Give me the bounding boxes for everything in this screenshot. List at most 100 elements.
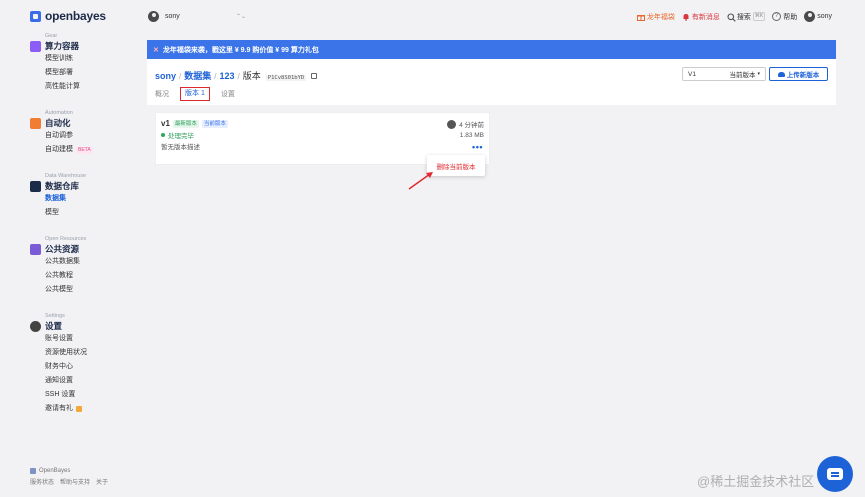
sidebar-item-models[interactable]: 模型 [45,206,140,220]
help-link[interactable]: ? 帮助 [772,12,797,22]
nav-group-compute: Gear 算力容器 模型训练 模型部署 高性能计算 [30,33,140,94]
group-kicker: Data Warehouse [45,173,87,179]
sidebar-item-hpc[interactable]: 高性能计算 [45,80,140,94]
dataset-header-card: sony / 数据集 / 123 / 版本 P1Cv8S01bYD V1 当前版… [147,59,836,105]
sidebar-item-account[interactable]: 账号设置 [45,332,140,346]
sidebar-item-ssh[interactable]: SSH 设置 [45,388,140,402]
brand-logo[interactable]: openbayes [30,9,106,23]
version-name: v1 [161,119,170,128]
delete-current-version-item[interactable]: 删除当前版本 [437,161,476,171]
nav-group-warehouse: Data Warehouse 数据仓库 数据集 模型 [30,173,140,220]
sidebar-item-datasets[interactable]: 数据集 [45,192,140,206]
breadcrumb-sep: / [179,72,182,81]
promo-link[interactable]: 龙年福袋 [636,12,675,22]
chat-support-button[interactable] [817,456,853,492]
breadcrumb-user[interactable]: sony [155,71,176,81]
public-resources-icon [30,243,41,255]
group-kicker: Open Resources [45,236,87,242]
tab-versions[interactable]: 版本 1 [180,87,210,101]
nav-group-head-warehouse[interactable]: 数据仓库 [30,180,140,192]
sidebar-item-public-datasets[interactable]: 公共数据集 [45,255,140,269]
close-icon[interactable]: ✕ [153,46,159,54]
gift-icon [76,406,82,412]
banner-text: 龙年福袋来袭，戳这里 ¥ 9.9 购价值 ¥ 99 算力礼包 [162,46,319,54]
notifications-link[interactable]: 有新消息 [682,12,720,22]
version-status: 处理完毕 [161,130,194,140]
sidebar-item-public-models[interactable]: 公共模型 [45,283,140,297]
chat-icon [827,468,843,480]
sidebar-item-public-tutorials[interactable]: 公共教程 [45,269,140,283]
annotation-arrow-icon [408,172,433,190]
cube-icon [30,40,41,52]
copy-icon[interactable] [311,73,318,79]
promo-banner[interactable]: ✕ 龙年福袋来袭，戳这里 ¥ 9.9 购价值 ¥ 99 算力礼包 [147,40,836,59]
sidebar-footer: OpenBayes 服务状态 帮助与支持 关于 [30,468,108,486]
sidebar-item-label: 自动建模 [45,146,73,153]
nav-group-head-public[interactable]: 公共资源 [30,243,140,255]
promo-label: 龙年福袋 [646,13,675,21]
openbayes-logo-icon [30,10,41,22]
breadcrumb: sony / 数据集 / 123 / 版本 P1Cv8S01bYD [155,69,318,82]
sidebar-item-finance[interactable]: 财务中心 [45,360,140,374]
nav-group-head-settings[interactable]: 设置 [30,320,140,332]
group-kicker: Settings [45,313,65,319]
chevron-updown-icon: ⌃⌄ [235,14,246,20]
dataset-id: P1Cv8S01bYD [265,75,307,81]
gear-icon [30,320,41,332]
search-button[interactable]: 搜索 ⌘K [727,12,766,22]
automation-icon [30,117,41,129]
nav-group-automation: Automation 自动化 自动调参 自动建模 BETA [30,110,140,157]
version-title-row: v1 最新版本 当前版本 [161,119,228,128]
footer-link-about[interactable]: 关于 [96,477,108,486]
search-shortcut: ⌘K [752,12,766,21]
nav-group-head-compute[interactable]: 算力容器 [30,40,140,52]
nav-group-public: Open Resources 公共资源 公共数据集 公共教程 公共模型 [30,236,140,297]
footer-link-status[interactable]: 服务状态 [30,477,54,486]
tab-overview[interactable]: 概况 [155,88,169,102]
bell-icon [682,13,690,21]
user-name: sony [817,13,832,20]
sidebar-item-training[interactable]: 模型训练 [45,52,140,66]
nav-group-head-automation[interactable]: 自动化 [30,117,140,129]
sidebar-item-automl[interactable]: 自动建模 BETA [45,143,140,157]
group-title: 数据仓库 [45,181,80,191]
version-size: 1.83 MB [459,132,484,139]
user-menu[interactable]: sony [804,11,832,22]
current-version-badge: 当前版本 [201,119,228,128]
version-select[interactable]: V1 当前版本 ▾ [682,67,766,81]
group-title: 自动化 [45,118,71,128]
more-options-icon[interactable]: ••• [472,142,483,152]
sidebar-item-invite[interactable]: 邀请有礼 [45,402,140,416]
sidebar: openbayes Gear 算力容器 模型训练 模型部署 高性能计算 Auto… [0,0,140,497]
group-kicker: Gear [45,33,58,39]
sidebar-item-autotune[interactable]: 自动调参 [45,129,140,143]
nav-group-settings: Settings 设置 账号设置 资源使用状况 财务中心 通知设置 SSH 设置… [30,313,140,416]
openbayes-small-logo-icon [30,468,36,474]
avatar [447,119,457,129]
status-dot-icon [161,133,165,137]
footer-link-help[interactable]: 帮助与支持 [60,477,90,486]
database-icon [30,180,41,192]
breadcrumb-datasets[interactable]: 数据集 [184,69,211,82]
sidebar-item-notifications[interactable]: 通知设置 [45,374,140,388]
group-title: 公共资源 [45,244,80,254]
avatar [148,11,159,22]
upload-button-label: 上传新版本 [786,72,820,79]
group-title: 设置 [45,321,63,331]
sidebar-item-usage[interactable]: 资源使用状况 [45,346,140,360]
breadcrumb-dataset[interactable]: 123 [220,71,235,81]
sidebar-item-deploy[interactable]: 模型部署 [45,66,140,80]
status-text: 处理完毕 [168,133,194,140]
notifications-label: 有新消息 [691,13,720,21]
help-icon: ? [772,12,782,21]
version-select-current-label: 当前版本 [729,72,756,79]
tab-settings[interactable]: 设置 [221,88,235,102]
team-selector[interactable]: sony ⌃⌄ [148,11,246,22]
version-time-text: 4 分钟前 [459,122,484,129]
upload-new-version-button[interactable]: 上传新版本 [769,67,828,81]
version-time: 4 分钟前 [447,119,484,129]
version-description: 暂无版本描述 [161,144,200,151]
group-title: 算力容器 [45,41,80,51]
beta-badge: BETA [76,146,93,154]
breadcrumb-sep: / [214,72,217,81]
